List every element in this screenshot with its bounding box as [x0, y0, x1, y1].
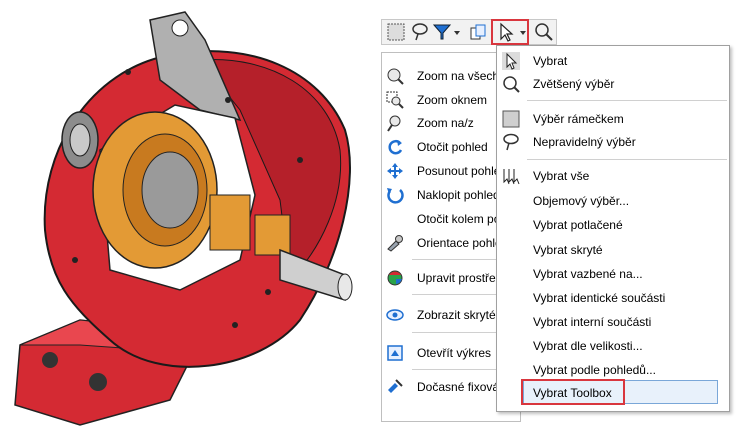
- dropdown-separator: [527, 159, 727, 160]
- dropdown-item-box-select[interactable]: Výběr rámečkem: [497, 108, 729, 130]
- menu-item-label: Zoom na/z: [417, 116, 474, 130]
- menu-item-label: Posunout pohled: [417, 164, 508, 178]
- rotate-view-icon: [388, 139, 403, 155]
- edit-appearance-icon: [387, 270, 403, 286]
- dropdown-item-label: Vybrat interní součásti: [533, 315, 652, 329]
- magnified-select-icon: [503, 76, 520, 93]
- dropdown-item-label: Vybrat dle velikosti...: [533, 339, 643, 353]
- dropdown-item-select-suppressed[interactable]: Vybrat potlačené: [497, 214, 729, 236]
- zoom-fit-icon: [387, 68, 404, 85]
- copy-selection-icon[interactable]: [468, 22, 488, 42]
- show-hidden-icon: [386, 309, 404, 321]
- dropdown-item-select[interactable]: Vybrat: [497, 50, 729, 72]
- box-select-icon: [502, 110, 520, 128]
- select-toolbox-highlight: [521, 379, 625, 405]
- cursor-arrow-icon: [502, 52, 520, 70]
- gearbox-model-view: [14, 11, 353, 426]
- selection-toolbar: [381, 19, 557, 45]
- dropdown-item-select-by-size[interactable]: Vybrat dle velikosti...: [497, 335, 729, 357]
- dropdown-item-label: Vybrat vše: [533, 169, 590, 183]
- open-drawing-icon: [387, 345, 403, 361]
- menu-item-label: Zobrazit skryté: [417, 308, 496, 322]
- menu-item-label: Otevřít výkres: [417, 346, 492, 360]
- dropdown-item-label: Vybrat vazbené na...: [533, 267, 643, 281]
- menu-item-label: Upravit prostředí: [417, 271, 506, 285]
- zoom-in-out-icon: [387, 115, 401, 132]
- dropdown-item-label: Objemový výběr...: [533, 194, 630, 208]
- dropdown-item-select-all[interactable]: Vybrat vše: [497, 165, 729, 187]
- dropdown-item-magnified-select[interactable]: Zvětšený výběr: [497, 73, 729, 95]
- box-select-icon[interactable]: [386, 22, 406, 42]
- tilt-view-icon: [387, 188, 404, 204]
- zoom-window-icon: [386, 91, 404, 109]
- dropdown-item-select-hidden[interactable]: Vybrat skryté: [497, 239, 729, 261]
- temp-fix-icon: [388, 379, 403, 393]
- pan-view-icon: [387, 163, 403, 179]
- select-all-icon: [503, 169, 520, 185]
- lasso-icon: [503, 133, 519, 151]
- dropdown-item-label: Zvětšený výběr: [533, 77, 615, 91]
- magnifier-select-icon[interactable]: [534, 22, 554, 42]
- menu-item-label: Otočit pohled: [417, 140, 488, 154]
- select-dropdown-menu: Vybrat Zvětšený výběr Výběr rámečkem Nep…: [496, 45, 730, 412]
- dropdown-item-label: Nepravidelný výběr: [533, 135, 636, 149]
- dropdown-item-label: Vybrat identické součásti: [533, 291, 666, 305]
- dropdown-item-label: Vybrat skryté: [533, 243, 603, 257]
- dropdown-item-select-by-view[interactable]: Vybrat podle pohledů...: [497, 359, 729, 381]
- dropdown-arrow-icon[interactable]: [452, 22, 462, 42]
- menu-item-label: Zoom oknem: [417, 93, 488, 107]
- dropdown-item-select-mated[interactable]: Vybrat vazbené na...: [497, 263, 729, 285]
- dropdown-item-volume-select[interactable]: Objemový výběr...: [497, 190, 729, 212]
- dropdown-separator: [527, 100, 727, 101]
- dropdown-item-label: Výběr rámečkem: [533, 112, 624, 126]
- dropdown-item-label: Vybrat: [533, 54, 568, 68]
- filter-icon[interactable]: [432, 22, 452, 42]
- dropdown-item-select-internal[interactable]: Vybrat interní součásti: [497, 311, 729, 333]
- lasso-icon[interactable]: [410, 22, 430, 42]
- select-tool-highlight: [491, 19, 529, 45]
- menu-item-label: Naklopit pohled: [417, 188, 500, 202]
- dropdown-item-label: Vybrat podle pohledů...: [533, 363, 656, 377]
- dropdown-item-lasso-select[interactable]: Nepravidelný výběr: [497, 131, 729, 153]
- view-orientation-icon: [387, 235, 403, 252]
- dropdown-item-label: Vybrat potlačené: [533, 218, 623, 232]
- dropdown-item-select-identical[interactable]: Vybrat identické součásti: [497, 287, 729, 309]
